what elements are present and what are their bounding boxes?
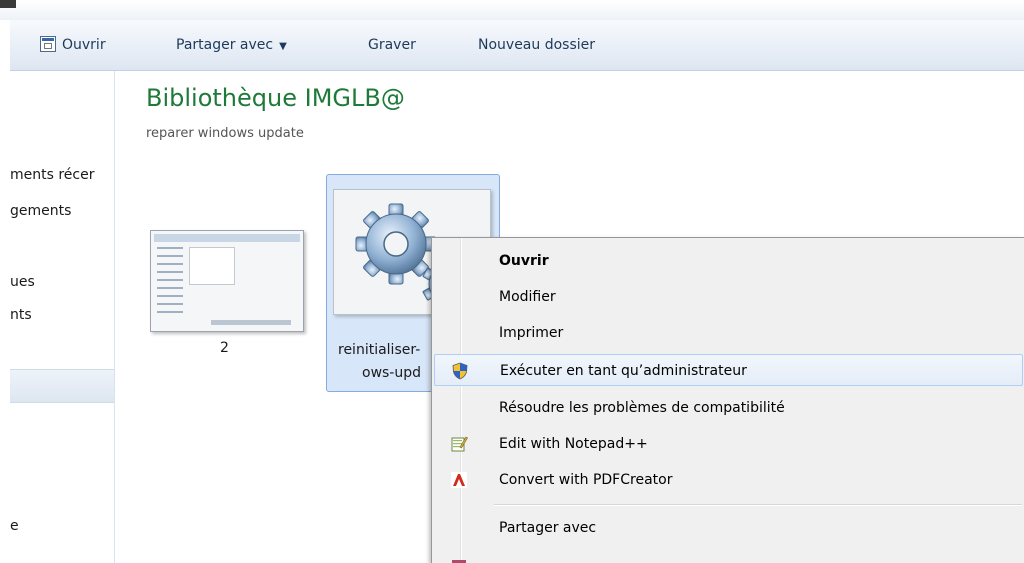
share-with-button[interactable]: Partager avec ▼ [176, 20, 287, 70]
menu-separator [494, 504, 1022, 506]
menu-item-label: Exécuter en tant qu’administrateur [500, 363, 747, 379]
uac-shield-icon [452, 362, 468, 380]
menu-item-open[interactable]: Ouvrir [434, 245, 1023, 277]
menu-item-label: Ouvrir [499, 253, 549, 269]
share-with-label: Partager avec [176, 37, 274, 53]
file-name-line2: ows-upd [362, 365, 422, 381]
new-folder-button[interactable]: Nouveau dossier [478, 20, 595, 70]
menu-item-troubleshoot-compatibility[interactable]: Résoudre les problèmes de compatibilité [434, 392, 1023, 424]
notepad-plus-plus-icon [451, 436, 468, 452]
menu-item-share-with[interactable]: Partager avec [434, 512, 1023, 544]
nav-item-recent[interactable]: ments récer [10, 167, 95, 183]
menu-item-notepad-plus-plus[interactable]: Edit with Notepad++ [434, 428, 1023, 460]
file-item-2[interactable] [150, 230, 304, 332]
file-name: 2 [220, 340, 229, 356]
menu-item-pdfcreator[interactable]: Convert with PDFCreator [434, 464, 1023, 496]
window-top-edge [0, 0, 1024, 20]
burn-label: Graver [368, 37, 416, 53]
dropdown-arrow-icon: ▼ [279, 41, 287, 52]
nav-item-documents[interactable]: nts [10, 307, 32, 323]
open-label: Ouvrir [62, 37, 106, 53]
menu-item-run-as-admin[interactable]: Exécuter en tant qu’administrateur [434, 354, 1023, 386]
context-menu: Ouvrir Modifier Imprimer Exécuter en tan… [431, 237, 1024, 563]
menu-item-label: Modifier [499, 289, 556, 305]
navigation-pane: ments récer gements ues nts e [10, 71, 115, 563]
nav-item-libraries[interactable] [10, 369, 114, 403]
screenshot-thumbnail [150, 230, 304, 332]
library-subtitle: reparer windows update [146, 126, 304, 141]
menu-item-partial[interactable] [434, 548, 1023, 563]
open-icon [40, 36, 56, 52]
menu-item-label: Convert with PDFCreator [499, 472, 673, 488]
menu-item-label: Partager avec [499, 520, 597, 536]
pdfcreator-icon [451, 472, 467, 488]
menu-item-print[interactable]: Imprimer [434, 317, 1023, 349]
nav-item-drive[interactable]: e [10, 518, 19, 534]
window-corner [0, 0, 16, 8]
file-name-line1: reinitialiser- [338, 342, 421, 358]
menu-item-label: Edit with Notepad++ [499, 436, 648, 452]
menu-item-label: Résoudre les problèmes de compatibilité [499, 400, 785, 416]
open-button[interactable]: Ouvrir [40, 20, 106, 70]
menu-item-edit[interactable]: Modifier [434, 281, 1023, 313]
archive-icon [452, 560, 466, 563]
new-folder-label: Nouveau dossier [478, 37, 596, 53]
library-title: Bibliothèque IMGLB@ [146, 84, 405, 112]
menu-item-label: Imprimer [499, 325, 564, 341]
burn-button[interactable]: Graver [368, 20, 416, 70]
command-bar: Ouvrir Partager avec ▼ Graver Nouveau dos… [10, 20, 1024, 71]
nav-item-music[interactable]: ues [10, 274, 35, 290]
nav-item-downloads[interactable]: gements [10, 203, 71, 219]
